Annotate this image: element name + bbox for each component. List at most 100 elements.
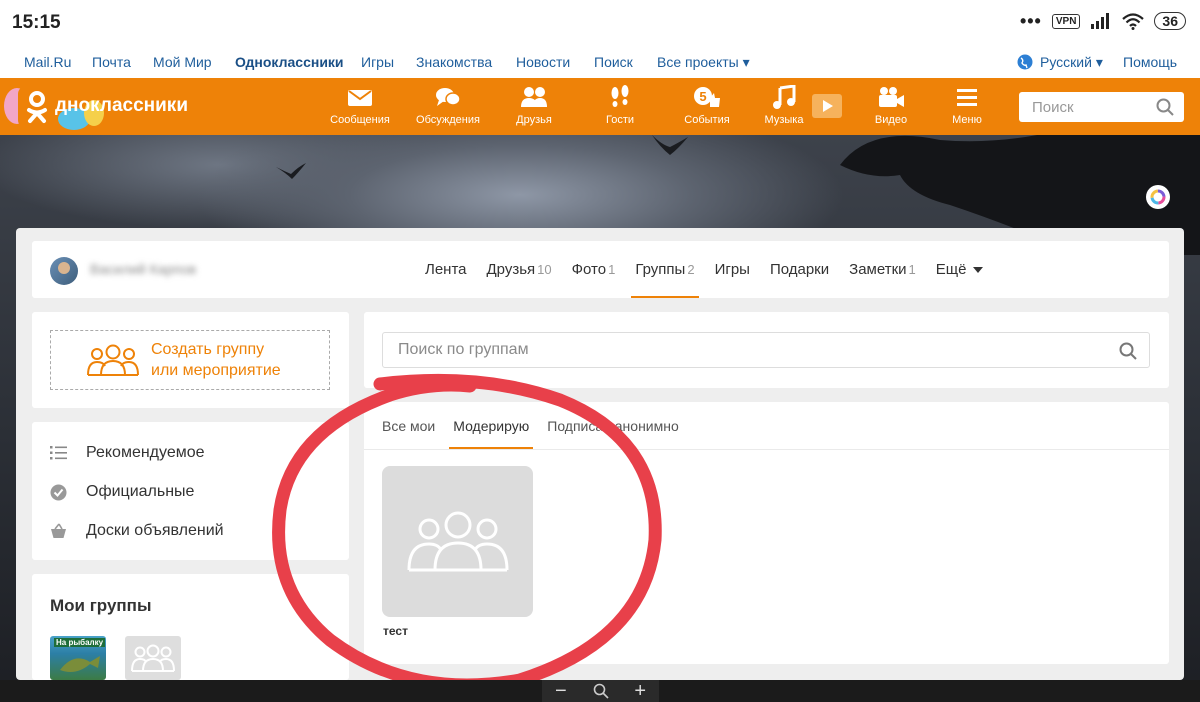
- status-icons: ••• VPN 36: [1020, 12, 1186, 30]
- group-categories: Рекомендуемое Официальные Доски объявлен…: [32, 422, 349, 560]
- tab-friends[interactable]: Друзья 10: [487, 241, 552, 298]
- group-placeholder-icon: [407, 511, 508, 571]
- group-filter-tabs: Все мои Модерирую Подписан анонимно: [382, 402, 697, 449]
- globe-icon: [1017, 54, 1033, 73]
- flying-bird-icon: [276, 163, 306, 179]
- envelope-icon: [348, 90, 372, 106]
- zoom-out-button[interactable]: −: [555, 680, 567, 702]
- change-cover-button[interactable]: [1146, 185, 1170, 209]
- avatar[interactable]: [50, 257, 78, 285]
- events-badge-count: 5: [699, 89, 706, 104]
- header-search-input[interactable]: [1019, 92, 1149, 122]
- group-thumbnail-test[interactable]: [125, 636, 181, 680]
- portal-link-ok[interactable]: Одноклассники: [235, 54, 344, 70]
- group-name[interactable]: тест: [383, 624, 408, 638]
- wifi-icon: [1122, 12, 1145, 30]
- footprints-icon: [611, 85, 629, 107]
- nav-messages[interactable]: Сообщения: [320, 85, 400, 126]
- create-group-card: Создать группу или мероприятие: [32, 312, 349, 408]
- thumbs-up-badge-icon: 5: [694, 87, 720, 107]
- portal-link-mail[interactable]: Почта: [92, 54, 131, 70]
- play-video-icon[interactable]: [812, 94, 842, 123]
- portal-link-news[interactable]: Новости: [516, 54, 570, 70]
- tab-count: 1: [608, 262, 616, 277]
- battery-icon: 36: [1154, 12, 1186, 30]
- tab-count: 2: [687, 262, 695, 277]
- nav-guests-label: Гости: [605, 114, 635, 126]
- group-search-card: [364, 312, 1169, 388]
- nav-events-label: События: [684, 114, 730, 126]
- tab-moderating[interactable]: Модерирую: [449, 402, 534, 449]
- zoom-controls: − +: [542, 680, 659, 702]
- signal-icon: [1091, 13, 1110, 29]
- tab-label: Друзья: [486, 261, 536, 278]
- help-link[interactable]: Помощь: [1123, 54, 1177, 70]
- nav-discussions-label: Обсуждения: [416, 114, 480, 126]
- category-classifieds[interactable]: Доски объявлений: [50, 522, 224, 540]
- group-thumbnail-label: На рыбалку: [54, 638, 106, 647]
- video-camera-icon: [879, 87, 904, 107]
- status-bar: 15:15 ••• VPN 36: [0, 0, 1200, 46]
- list-icon: [50, 446, 67, 460]
- more-dots-icon: •••: [1019, 11, 1042, 31]
- logo-text: дноклассники: [55, 95, 188, 116]
- portal-link-mailru[interactable]: Mail.Ru: [24, 54, 71, 70]
- vpn-icon: VPN: [1051, 13, 1081, 29]
- profile-username[interactable]: Василий Карпов: [90, 261, 196, 277]
- tab-more[interactable]: Ещё: [936, 241, 984, 298]
- tab-label: Фото: [571, 261, 607, 278]
- search-icon[interactable]: [1156, 98, 1174, 116]
- category-official[interactable]: Официальные: [50, 483, 194, 501]
- tab-photos[interactable]: Фото 1: [572, 241, 616, 298]
- chevron-down-icon: [973, 266, 984, 273]
- nav-video[interactable]: Видео: [851, 85, 931, 126]
- group-thumbnail-fishing[interactable]: На рыбалку: [50, 636, 106, 680]
- portal-link-moimir[interactable]: Мой Мир: [153, 54, 212, 70]
- language-select[interactable]: Русский ▾: [1040, 54, 1103, 71]
- nav-events[interactable]: 5 События: [667, 85, 747, 126]
- portal-link-dating[interactable]: Знакомства: [416, 54, 492, 70]
- nav-discussions[interactable]: Обсуждения: [408, 85, 488, 126]
- nav-menu-label: Меню: [952, 114, 982, 126]
- zoom-in-button[interactable]: +: [634, 680, 646, 702]
- tab-gifts[interactable]: Подарки: [770, 241, 829, 298]
- hamburger-menu-icon: [957, 89, 977, 106]
- portal-link-games[interactable]: Игры: [361, 54, 394, 70]
- tab-games[interactable]: Игры: [715, 241, 750, 298]
- group-tile[interactable]: [382, 466, 533, 617]
- create-group-button[interactable]: Создать группу или мероприятие: [50, 330, 330, 390]
- nav-menu[interactable]: Меню: [927, 85, 1007, 126]
- portal-link-all-projects[interactable]: Все проекты ▾: [657, 54, 750, 71]
- category-label: Рекомендуемое: [86, 444, 205, 461]
- profile-tabs: Лента Друзья 10 Фото 1 Группы 2 Игры Подарк…: [425, 241, 1003, 298]
- groups-list-card: Все мои Модерирую Подписан анонимно тест: [364, 402, 1169, 664]
- tab-subscribed-anonymously[interactable]: Подписан анонимно: [547, 402, 679, 449]
- category-recommended[interactable]: Рекомендуемое: [50, 444, 205, 462]
- header-search[interactable]: [1019, 92, 1184, 122]
- search-icon[interactable]: [1119, 342, 1137, 360]
- tab-feed[interactable]: Лента: [425, 241, 467, 298]
- ok-logo[interactable]: дноклассники: [0, 78, 210, 135]
- portal-bar: Mail.Ru Почта Мой Мир Одноклассники Игры…: [0, 46, 1200, 78]
- tab-notes[interactable]: Заметки 1: [849, 241, 916, 298]
- nav-messages-label: Сообщения: [330, 114, 390, 126]
- divider: [364, 449, 1169, 450]
- tab-all-mine[interactable]: Все мои: [382, 402, 435, 449]
- nav-friends-label: Друзья: [516, 114, 552, 126]
- nav-guests[interactable]: Гости: [580, 85, 660, 126]
- category-label: Доски объявлений: [86, 522, 224, 539]
- group-search-input[interactable]: [383, 333, 1083, 367]
- zoom-icon[interactable]: [593, 683, 609, 699]
- tab-count: 1: [908, 262, 916, 277]
- clock: 15:15: [12, 12, 61, 33]
- nav-music-label: Музыка: [764, 114, 804, 126]
- portal-link-search[interactable]: Поиск: [594, 54, 633, 70]
- tab-groups[interactable]: Группы 2: [631, 241, 699, 298]
- tab-label: Группы: [635, 261, 686, 278]
- group-people-icon: [87, 344, 139, 376]
- nav-friends[interactable]: Друзья: [494, 85, 574, 126]
- people-icon: [521, 87, 547, 107]
- nav-video-label: Видео: [874, 114, 908, 126]
- color-wheel-icon: [1150, 189, 1166, 205]
- group-search[interactable]: [382, 332, 1150, 368]
